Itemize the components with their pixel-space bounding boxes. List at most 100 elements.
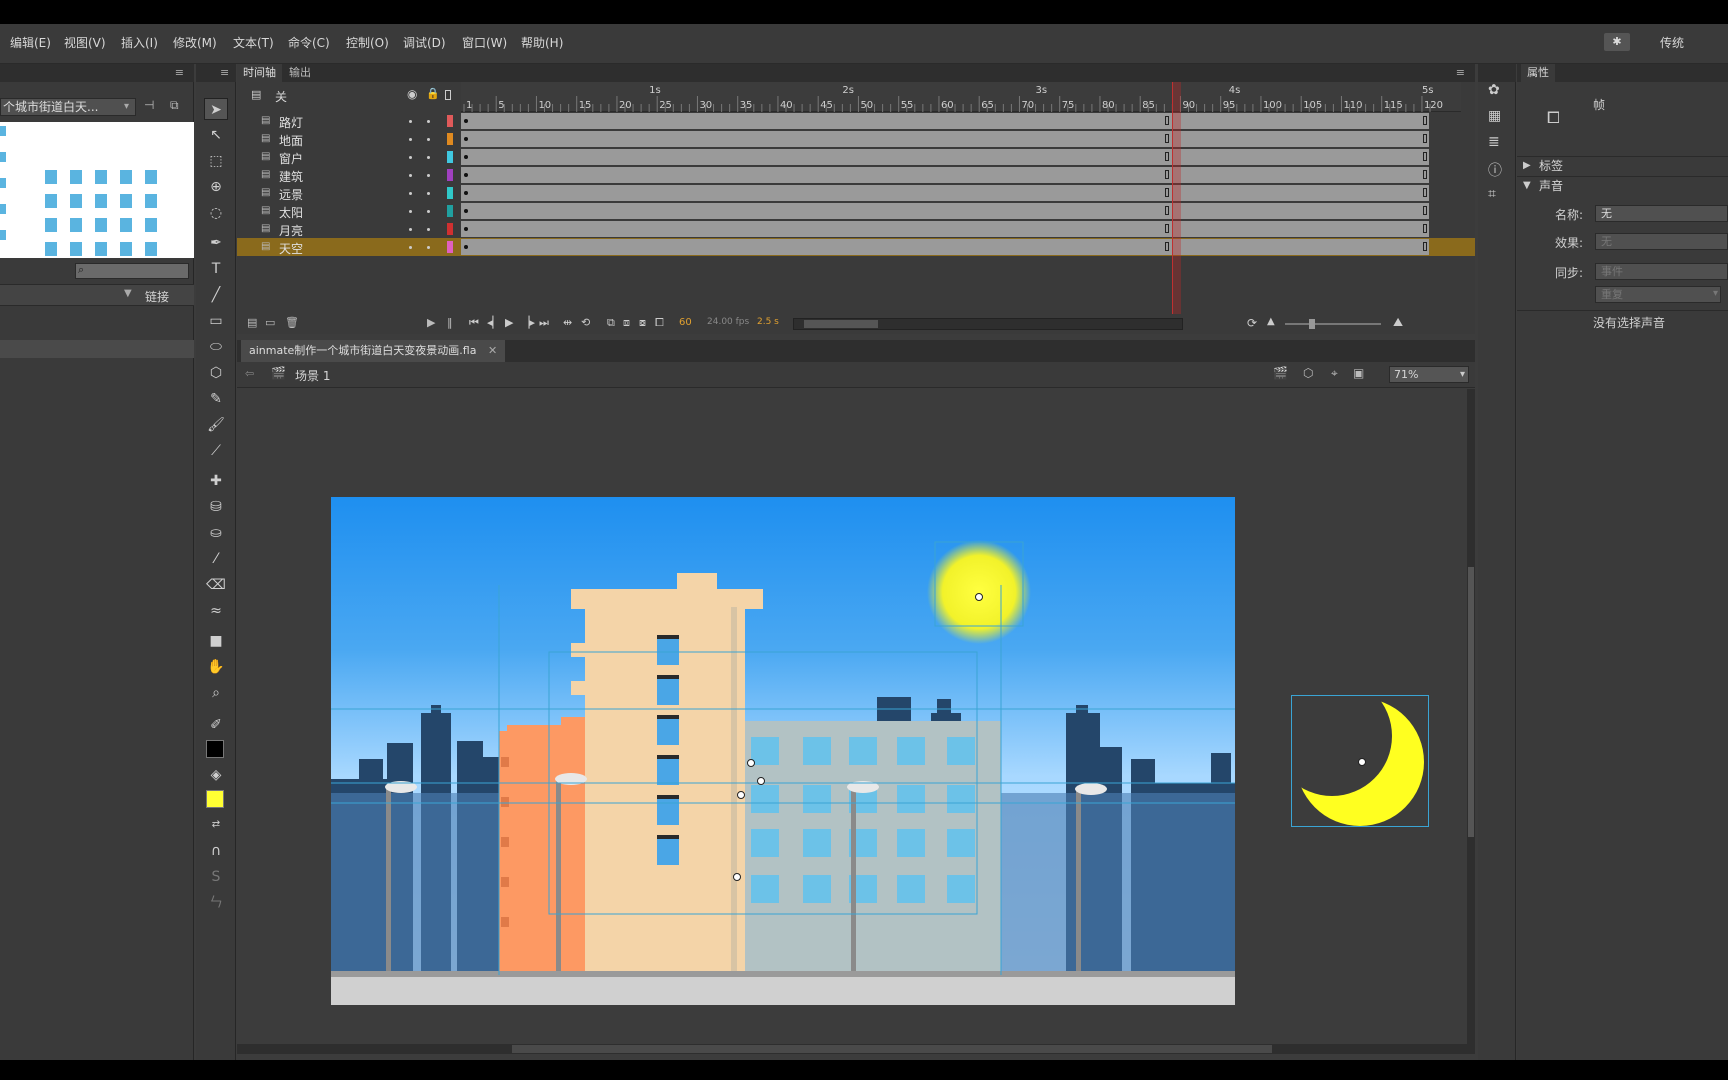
layer-color-swatch[interactable] [447, 187, 453, 199]
layer-frames[interactable] [461, 149, 1429, 165]
layer-toggle-dot[interactable] [427, 156, 430, 159]
text-tool-icon[interactable]: T [204, 258, 228, 280]
keyframe[interactable] [464, 155, 468, 159]
keyframe[interactable] [1165, 206, 1169, 215]
layer-row[interactable]: ▤ 路灯 [237, 112, 1475, 130]
moon-symbol[interactable] [1272, 676, 1429, 827]
layer-frames[interactable] [461, 131, 1429, 147]
layer-color-swatch[interactable] [447, 151, 453, 163]
tab-output[interactable]: 输出 [283, 64, 317, 82]
pin-icon[interactable]: ⊣ [144, 98, 154, 112]
layer-toggle-dot[interactable] [409, 156, 412, 159]
menu-control[interactable]: 控制(O) [346, 34, 389, 51]
layer-name[interactable]: 路灯 [279, 114, 303, 131]
link-column-header[interactable]: 链接 [145, 288, 169, 305]
bone-tool-icon[interactable]: ✚ [204, 470, 228, 492]
gear-icon[interactable]: ✱ [1604, 33, 1630, 51]
width-tool-icon[interactable]: ≈ [204, 600, 228, 622]
stroke-color-swatch[interactable] [206, 740, 224, 758]
keyframe[interactable] [1423, 134, 1427, 143]
menu-edit[interactable]: 编辑(E) [10, 34, 51, 51]
menu-command[interactable]: 命令(C) [288, 34, 330, 51]
panel-menu-icon[interactable]: ≡ [1456, 66, 1465, 79]
zoom-large-icon[interactable]: ⛰ [1393, 315, 1403, 330]
layer-name[interactable]: 窗户 [279, 150, 303, 167]
keyframe[interactable] [1165, 170, 1169, 179]
playhead[interactable] [1172, 82, 1181, 314]
clip-content-icon[interactable]: ▣ [1353, 366, 1364, 380]
layer-frames[interactable] [461, 239, 1429, 255]
keyframe[interactable] [1165, 224, 1169, 233]
first-frame-icon[interactable]: ⏮ [469, 316, 479, 330]
timeline-ruler[interactable]: 1510152025303540455055606570758085909510… [461, 82, 1461, 112]
paint-brush-tool-icon[interactable]: ⟋ [204, 440, 228, 462]
zoom-tool-icon[interactable]: ⌕ [204, 682, 228, 704]
keyframe[interactable] [1423, 170, 1427, 179]
layer-toggle-dot[interactable] [427, 120, 430, 123]
layer-frames[interactable] [461, 167, 1429, 183]
layer-row[interactable]: ▤ 天空 [237, 238, 1475, 256]
center-stage-icon[interactable]: ⌖ [1331, 366, 1338, 381]
rectangle-tool-icon[interactable]: ▭ [204, 310, 228, 332]
align-panel-icon[interactable]: ≣ [1488, 134, 1500, 150]
workspace-switcher[interactable]: 传统 [1660, 34, 1684, 51]
pen-tool-icon[interactable]: ✒ [204, 232, 228, 254]
keyframe[interactable] [1423, 206, 1427, 215]
zoom-small-icon[interactable]: ▲ [1267, 316, 1275, 327]
brush-tool-icon[interactable]: 🖌 [204, 414, 228, 436]
close-icon[interactable]: ✕ [488, 344, 497, 357]
layer-toggle-dot[interactable] [427, 192, 430, 195]
fps-value[interactable]: 24.00 fps [707, 317, 749, 327]
swatches-panel-icon[interactable]: ▦ [1488, 108, 1501, 124]
layer-frames[interactable] [461, 185, 1429, 201]
edit-scene-icon[interactable]: 🎬 [1273, 366, 1288, 380]
layer-toggle-dot[interactable] [427, 174, 430, 177]
fill-color-swatch[interactable] [206, 790, 224, 808]
keyframe[interactable] [464, 227, 468, 231]
library-item-selected[interactable] [0, 340, 194, 358]
edit-multiple-icon[interactable]: ⧇ [639, 316, 646, 330]
pause-icon[interactable]: ‖ [447, 316, 453, 329]
layer-color-swatch[interactable] [447, 115, 453, 127]
zoom-select[interactable]: 71% ▾ [1389, 366, 1469, 383]
library-search-input[interactable]: ⌕ [75, 263, 189, 279]
selection-tool-icon[interactable]: ➤ [204, 98, 228, 120]
keyframe[interactable] [464, 191, 468, 195]
slider-handle[interactable] [1309, 319, 1315, 329]
menu-window[interactable]: 窗口(W) [462, 34, 507, 51]
stage-horizontal-scrollbar[interactable] [237, 1044, 1475, 1054]
keyframe[interactable] [1423, 242, 1427, 251]
keyframe[interactable] [1165, 134, 1169, 143]
panel-menu-icon[interactable]: ≡ [175, 66, 184, 79]
sun[interactable] [927, 540, 1031, 644]
stage[interactable] [331, 497, 1235, 1005]
stage-vertical-scrollbar[interactable] [1467, 389, 1475, 1044]
section-sound[interactable]: ▼ 声音 [1517, 176, 1728, 194]
lock-icon[interactable]: 🔒 [426, 87, 440, 100]
layer-toggle-dot[interactable] [409, 174, 412, 177]
last-frame-icon[interactable]: ⏭ [539, 316, 549, 330]
scrollbar-thumb[interactable] [1468, 567, 1474, 837]
scrollbar-thumb[interactable] [512, 1045, 1272, 1053]
keyframe[interactable] [464, 173, 468, 177]
eye-icon[interactable]: ◉ [407, 87, 417, 101]
layer-name[interactable]: 地面 [279, 132, 303, 149]
library-document-dropdown[interactable]: 个城市街道白天... [0, 98, 136, 116]
onion-skin-icon[interactable]: ⧉ [607, 316, 615, 330]
chevron-down-icon[interactable]: ▾ [124, 101, 129, 112]
tab-timeline[interactable]: 时间轴 [237, 64, 282, 82]
layer-row[interactable]: ▤ 远景 [237, 184, 1475, 202]
keyframe[interactable] [464, 245, 468, 249]
keyframe[interactable] [1165, 116, 1169, 125]
info-panel-icon[interactable]: ⓘ [1488, 160, 1502, 180]
menu-debug[interactable]: 调试(D) [403, 34, 446, 51]
layer-frames[interactable] [461, 113, 1429, 129]
free-transform-tool-icon[interactable]: ⬚ [204, 150, 228, 172]
layer-toggle-dot[interactable] [409, 228, 412, 231]
3d-rotation-tool-icon[interactable]: ⊕ [204, 176, 228, 198]
edit-symbols-icon[interactable]: ⬡ [1303, 366, 1313, 380]
layer-row[interactable]: ▤ 建筑 [237, 166, 1475, 184]
layer-row[interactable]: ▤ 月亮 [237, 220, 1475, 238]
camera-tool-icon[interactable]: ■ [204, 630, 228, 652]
layer-row[interactable]: ▤ 太阳 [237, 202, 1475, 220]
